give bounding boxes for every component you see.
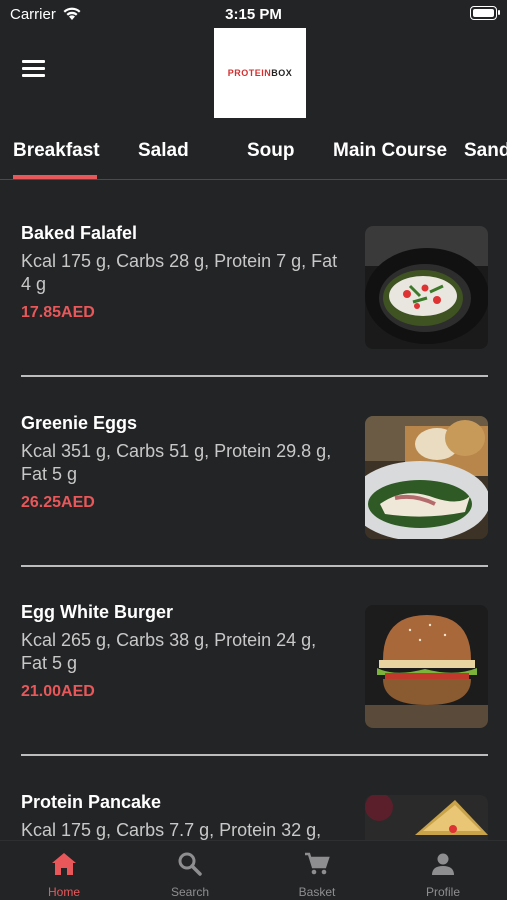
tabbar-profile[interactable]: Profile xyxy=(380,841,506,900)
item-name: Baked Falafel xyxy=(21,223,138,243)
tabbar-home[interactable]: Home xyxy=(1,841,127,900)
tab-breakfast[interactable]: Breakfast xyxy=(13,140,100,162)
bottom-tab-bar: Home Search Basket Profile xyxy=(0,840,507,900)
product-list: Baked Falafel Kcal 175 g, Carbs 28 g, Pr… xyxy=(0,181,507,840)
active-tab-indicator xyxy=(13,175,97,179)
menu-line xyxy=(22,74,45,77)
item-nutrition: Kcal 351 g, Carbs 51 g, Protein 29.8 g, … xyxy=(21,441,332,484)
tabbar-search[interactable]: Search xyxy=(127,841,253,900)
battery-icon xyxy=(470,6,500,20)
tab-main-course[interactable]: Main Course xyxy=(333,140,447,162)
item-image-egg-white-burger xyxy=(365,605,488,728)
hamburger-menu-button[interactable] xyxy=(22,60,48,82)
search-icon xyxy=(178,852,202,876)
menu-line xyxy=(22,60,45,63)
item-image-protein-pancake xyxy=(365,795,488,840)
category-tabs: Breakfast Salad Soup Main Course Sand xyxy=(0,128,507,180)
app-header: PROTEINBOX xyxy=(0,28,507,120)
status-bar: Carrier 3:15 PM xyxy=(0,0,507,28)
protein-box-logo: PROTEINBOX xyxy=(214,28,306,118)
tabbar-label: Search xyxy=(170,885,210,899)
item-price: 26.25AED xyxy=(21,494,95,511)
item-price: 21.00AED xyxy=(21,683,95,700)
item-name: Greenie Eggs xyxy=(21,413,138,433)
tab-soup[interactable]: Soup xyxy=(247,140,295,162)
list-item[interactable]: Greenie Eggs Kcal 351 g, Carbs 51 g, Pro… xyxy=(0,371,507,567)
item-nutrition: Kcal 265 g, Carbs 38 g, Protein 24 g, Fa… xyxy=(21,630,317,673)
item-nutrition: Kcal 175 g, Carbs 28 g, Protein 7 g, Fat… xyxy=(21,251,338,294)
status-time: 3:15 PM xyxy=(225,6,282,23)
tab-salad[interactable]: Salad xyxy=(138,140,189,162)
list-item[interactable]: Egg White Burger Kcal 265 g, Carbs 38 g,… xyxy=(0,560,507,756)
list-item[interactable]: Baked Falafel Kcal 175 g, Carbs 28 g, Pr… xyxy=(0,181,507,377)
item-image-greenie-eggs xyxy=(365,416,488,539)
tabbar-label: Basket xyxy=(298,885,336,899)
tab-sandwich[interactable]: Sand xyxy=(464,140,507,162)
profile-icon xyxy=(432,853,454,875)
item-name: Protein Pancake xyxy=(21,792,162,812)
item-price: 17.85AED xyxy=(21,304,95,321)
menu-line xyxy=(22,67,45,70)
tabbar-label: Home xyxy=(47,885,80,899)
tabbar-basket[interactable]: Basket xyxy=(254,841,380,900)
cart-icon xyxy=(305,852,330,875)
list-item[interactable]: Protein Pancake Kcal 175 g, Carbs 7.7 g,… xyxy=(0,750,507,840)
home-icon xyxy=(52,853,76,875)
item-name: Egg White Burger xyxy=(21,602,173,622)
tabbar-label: Profile xyxy=(425,885,460,899)
item-nutrition: Kcal 175 g, Carbs 7.7 g, Protein 32 g, xyxy=(21,820,322,840)
item-image-baked-falafel xyxy=(365,226,488,349)
